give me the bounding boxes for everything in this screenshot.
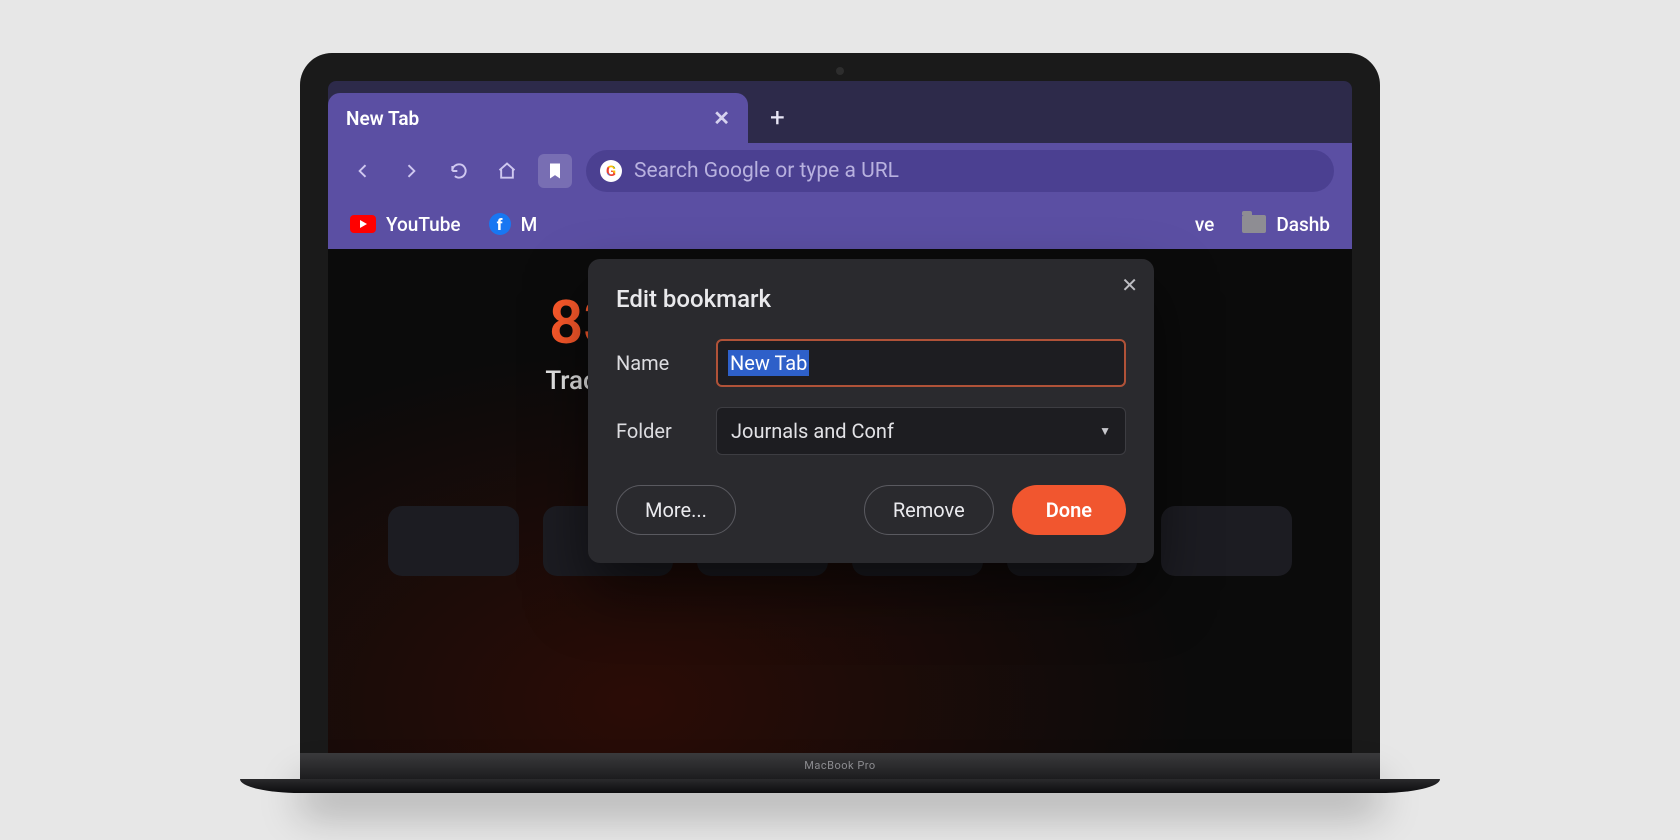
edit-bookmark-dialog: ✕ Edit bookmark Name New Tab Folder Jour… xyxy=(588,259,1154,563)
bookmark-name-input[interactable]: New Tab xyxy=(716,339,1126,387)
tab-strip: New Tab ✕ + xyxy=(328,81,1352,143)
toolbar: G Search Google or type a URL xyxy=(328,143,1352,199)
folder-label: Folder xyxy=(616,419,716,443)
bookmark-label: M xyxy=(521,213,538,236)
bookmark-button[interactable] xyxy=(538,154,572,188)
bookmark-youtube[interactable]: YouTube xyxy=(350,213,461,236)
bookmark-drive[interactable]: ve xyxy=(1195,213,1214,236)
folder-value: Journals and Conf xyxy=(731,419,894,443)
laptop-base: MacBook Pro xyxy=(300,753,1380,787)
reload-button[interactable] xyxy=(442,154,476,188)
new-tab-button[interactable]: + xyxy=(748,93,807,143)
folder-icon xyxy=(1242,215,1266,233)
bookmark-meta[interactable]: f M xyxy=(489,213,538,236)
tile[interactable] xyxy=(388,506,519,576)
google-icon: G xyxy=(600,160,622,182)
more-button[interactable]: More... xyxy=(616,485,736,535)
omnibox-placeholder: Search Google or type a URL xyxy=(634,159,899,183)
bookmark-label: YouTube xyxy=(386,213,461,236)
remove-button[interactable]: Remove xyxy=(864,485,994,535)
home-button[interactable] xyxy=(490,154,524,188)
forward-button[interactable] xyxy=(394,154,428,188)
facebook-icon: f xyxy=(489,213,511,235)
done-button[interactable]: Done xyxy=(1012,485,1126,535)
tab-title: New Tab xyxy=(346,107,419,130)
chevron-down-icon: ▼ xyxy=(1099,424,1111,438)
camera-dot xyxy=(836,67,844,75)
close-tab-icon[interactable]: ✕ xyxy=(713,106,730,130)
bookmarks-bar: YouTube f M ve Dashb xyxy=(328,199,1352,249)
youtube-icon xyxy=(350,215,376,233)
close-icon[interactable]: ✕ xyxy=(1121,273,1138,297)
name-label: Name xyxy=(616,351,716,375)
tab-new-tab[interactable]: New Tab ✕ xyxy=(328,93,748,143)
bookmark-label: Dashb xyxy=(1276,213,1330,236)
bookmark-name-value: New Tab xyxy=(728,350,809,376)
screen: New Tab ✕ + xyxy=(328,81,1352,753)
dialog-title: Edit bookmark xyxy=(616,285,1126,313)
bookmark-dashboard[interactable]: Dashb xyxy=(1242,213,1330,236)
omnibox[interactable]: G Search Google or type a URL xyxy=(586,150,1334,192)
back-button[interactable] xyxy=(346,154,380,188)
device-label: MacBook Pro xyxy=(804,759,875,772)
bookmark-label: ve xyxy=(1195,213,1214,236)
bookmark-folder-select[interactable]: Journals and Conf ▼ xyxy=(716,407,1126,455)
tile[interactable] xyxy=(1161,506,1292,576)
